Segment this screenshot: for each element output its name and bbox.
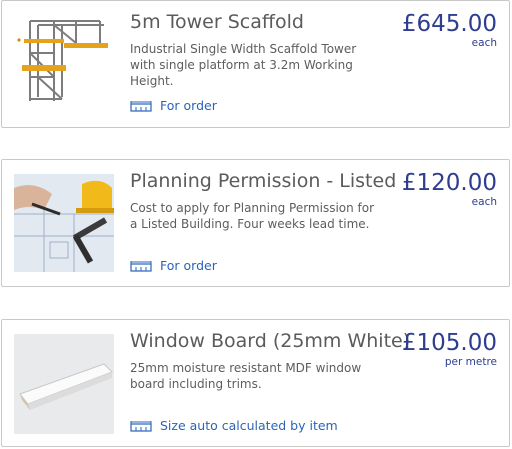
- order-link[interactable]: For order: [130, 258, 217, 273]
- product-title: Window Board (25mm White): [130, 330, 411, 352]
- price-unit: each: [471, 196, 497, 208]
- price-value: £645.00: [401, 11, 497, 37]
- product-description: Cost to apply for Planning Permission fo…: [130, 201, 375, 231]
- price-block: £645.00 each: [402, 11, 497, 49]
- product-card: 5m Tower Scaffold Industrial Single Widt…: [1, 0, 510, 128]
- price-value: £120.00: [401, 170, 497, 196]
- order-label: For order: [160, 98, 217, 113]
- product-title: Planning Permission - Listed: [130, 170, 397, 192]
- price-block: £105.00 per metre: [402, 330, 497, 368]
- product-card: Planning Permission - Listed Cost to app…: [1, 159, 510, 287]
- price-block: £120.00 each: [402, 170, 497, 208]
- product-description: Industrial Single Width Scaffold Tower w…: [130, 42, 357, 88]
- product-title: 5m Tower Scaffold: [130, 11, 304, 33]
- price-value: £105.00: [401, 330, 497, 356]
- product-description: 25mm moisture resistant MDF window board…: [130, 361, 362, 391]
- order-label: For order: [160, 258, 217, 273]
- ruler-icon: [130, 260, 152, 272]
- order-link[interactable]: For order: [130, 98, 217, 113]
- size-calc-link[interactable]: Size auto calculated by item: [130, 418, 338, 433]
- price-unit: per metre: [444, 356, 497, 368]
- window-board-image: [14, 334, 114, 434]
- order-label: Size auto calculated by item: [160, 418, 338, 433]
- ruler-icon: [130, 100, 152, 112]
- product-card: Window Board (25mm White) 25mm moisture …: [1, 319, 510, 447]
- blueprint-hardhat-image: [14, 174, 114, 272]
- scaffold-tower-image: [14, 15, 114, 105]
- ruler-icon: [130, 420, 152, 432]
- price-unit: each: [471, 37, 497, 49]
